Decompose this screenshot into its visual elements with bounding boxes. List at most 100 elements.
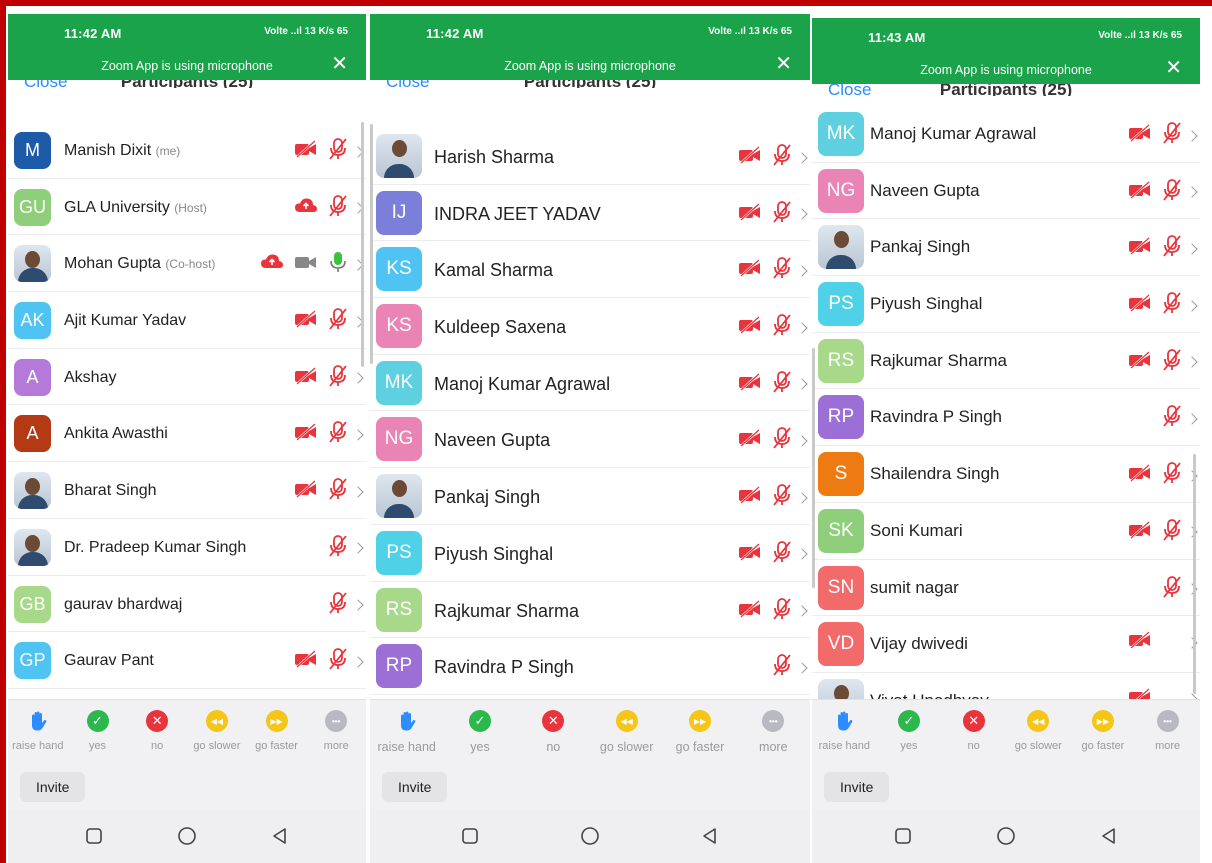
reaction-no[interactable]: ✕ no: [523, 710, 583, 754]
chevron-right-icon[interactable]: [796, 662, 808, 674]
close-banner-icon[interactable]: ✕: [775, 54, 792, 74]
chevron-right-icon[interactable]: [796, 605, 808, 617]
chevron-right-icon[interactable]: [352, 542, 364, 554]
reaction-raise-hand[interactable]: raise hand: [814, 710, 874, 752]
participant-row[interactable]: Mohan Gupta (Co-host): [8, 235, 366, 293]
back-nav-icon[interactable]: [1098, 825, 1120, 847]
reaction-go-slower[interactable]: ◀◀ go slower: [1008, 710, 1068, 752]
participant-row[interactable]: IJ INDRA JEET YADAV: [370, 185, 810, 242]
chevron-right-icon[interactable]: [796, 435, 808, 447]
reaction-more[interactable]: ••• more: [743, 710, 803, 754]
square-nav-icon[interactable]: [83, 825, 105, 847]
reaction-go-slower[interactable]: ◀◀ go slower: [187, 710, 247, 752]
microphone-in-use-banner[interactable]: Zoom App is using microphone: [370, 59, 810, 73]
chevron-right-icon[interactable]: [796, 265, 808, 277]
reaction-no[interactable]: ✕ no: [127, 710, 187, 752]
chevron-right-icon[interactable]: [1186, 356, 1198, 368]
reaction-more[interactable]: ••• more: [306, 710, 366, 752]
participant-row[interactable]: Bharat Singh: [8, 462, 366, 519]
chevron-right-icon[interactable]: [796, 321, 808, 334]
participant-row[interactable]: KS Kamal Sharma: [370, 241, 810, 299]
microphone-in-use-banner[interactable]: Zoom App is using microphone: [8, 59, 366, 73]
participant-row[interactable]: Harish Sharma: [370, 128, 810, 185]
video-icon: [294, 253, 318, 276]
participant-row[interactable]: RS Rajkumar Sharma: [812, 333, 1200, 390]
mic-muted-icon: [772, 256, 792, 285]
reaction-yes[interactable]: ✓ yes: [68, 710, 128, 752]
participant-row[interactable]: KS Kuldeep Saxena: [370, 298, 810, 355]
circle-nav-icon[interactable]: [579, 825, 601, 847]
participant-row[interactable]: VD Vijay dwivedi: [812, 616, 1200, 673]
participant-row[interactable]: S Shailendra Singh: [812, 446, 1200, 503]
participant-row[interactable]: NG Naveen Gupta: [812, 163, 1200, 220]
participant-row[interactable]: PS Piyush Singhal: [370, 525, 810, 582]
participant-row[interactable]: GP Gaurav Pant: [8, 632, 366, 689]
close-banner-icon[interactable]: ✕: [331, 54, 348, 74]
reaction-go-faster[interactable]: ▶▶ go faster: [1073, 710, 1133, 752]
reaction-raise-hand[interactable]: raise hand: [377, 710, 437, 754]
chevron-right-icon[interactable]: [352, 429, 364, 441]
participant-row[interactable]: MK Manoj Kumar Agrawal: [812, 106, 1200, 163]
chevron-right-icon[interactable]: [352, 485, 364, 498]
status-indicators: Volte ..ıl 13 K/s 65: [708, 26, 792, 37]
chevron-right-icon[interactable]: [352, 656, 364, 668]
reaction-yes[interactable]: ✓ yes: [450, 710, 510, 754]
avatar: PS: [818, 282, 864, 327]
back-nav-icon[interactable]: [269, 825, 291, 847]
mic-muted-icon: [772, 597, 792, 626]
reaction-raise-hand[interactable]: raise hand: [8, 710, 68, 752]
chevron-right-icon[interactable]: [352, 372, 364, 384]
scrollbar-thumb[interactable]: [812, 348, 815, 588]
participant-status-icons: [294, 137, 364, 166]
reaction-yes[interactable]: ✓ yes: [879, 710, 939, 752]
reaction-go-faster[interactable]: ▶▶ go faster: [670, 710, 730, 754]
chevron-right-icon[interactable]: [796, 151, 808, 164]
chevron-right-icon[interactable]: [796, 491, 808, 504]
chevron-right-icon[interactable]: [1186, 186, 1198, 198]
chevron-right-icon[interactable]: [1186, 243, 1198, 255]
chevron-right-icon[interactable]: [796, 208, 808, 220]
invite-button[interactable]: Invite: [824, 772, 890, 802]
check-icon: ✓: [468, 710, 491, 732]
chevron-right-icon[interactable]: [352, 599, 364, 611]
scrollbar-thumb[interactable]: [361, 122, 364, 367]
participant-row[interactable]: Pankaj Singh: [812, 219, 1200, 277]
participant-row[interactable]: SK Soni Kumari: [812, 503, 1200, 560]
participant-row[interactable]: NG Naveen Gupta: [370, 411, 810, 469]
scrollbar-thumb[interactable]: [1193, 454, 1196, 694]
circle-nav-icon[interactable]: [176, 825, 198, 847]
participant-row[interactable]: RP Ravindra P Singh: [812, 389, 1200, 447]
close-banner-icon[interactable]: ✕: [1165, 58, 1182, 78]
participant-row[interactable]: PS Piyush Singhal: [812, 276, 1200, 333]
square-nav-icon[interactable]: [459, 825, 481, 847]
circle-nav-icon[interactable]: [995, 825, 1017, 847]
reaction-go-slower[interactable]: ◀◀ go slower: [597, 710, 657, 754]
participant-row[interactable]: AK Ajit Kumar Yadav: [8, 292, 366, 349]
participant-row[interactable]: GU GLA University (Host): [8, 179, 366, 236]
participant-row[interactable]: RP Ravindra P Singh: [370, 638, 810, 695]
invite-button[interactable]: Invite: [20, 772, 86, 802]
invite-button[interactable]: Invite: [382, 772, 448, 802]
chevron-right-icon[interactable]: [796, 548, 808, 560]
square-nav-icon[interactable]: [892, 825, 914, 847]
participant-row[interactable]: RS Rajkumar Sharma: [370, 582, 810, 639]
back-nav-icon[interactable]: [699, 825, 721, 847]
scrollbar-thumb[interactable]: [370, 124, 373, 364]
reaction-more[interactable]: ••• more: [1138, 710, 1198, 752]
participant-row[interactable]: A Akshay: [8, 349, 366, 406]
chevron-right-icon[interactable]: [1186, 299, 1198, 312]
microphone-in-use-banner[interactable]: Zoom App is using microphone: [812, 63, 1200, 77]
participant-status-icons: [294, 364, 364, 393]
participant-row[interactable]: MK Manoj Kumar Agrawal: [370, 355, 810, 412]
reaction-no[interactable]: ✕ no: [944, 710, 1004, 752]
participant-row[interactable]: A Ankita Awasthi: [8, 405, 366, 463]
participant-row[interactable]: M Manish Dixit (me): [8, 122, 366, 179]
chevron-right-icon[interactable]: [1186, 413, 1198, 425]
chevron-right-icon[interactable]: [796, 378, 808, 390]
chevron-right-icon[interactable]: [1186, 129, 1198, 142]
participant-row[interactable]: Dr. Pradeep Kumar Singh: [8, 519, 366, 576]
participant-row[interactable]: Pankaj Singh: [370, 468, 810, 525]
participant-row[interactable]: SN sumit nagar: [812, 560, 1200, 617]
reaction-go-faster[interactable]: ▶▶ go faster: [247, 710, 307, 752]
participant-row[interactable]: GB gaurav bhardwaj: [8, 576, 366, 633]
